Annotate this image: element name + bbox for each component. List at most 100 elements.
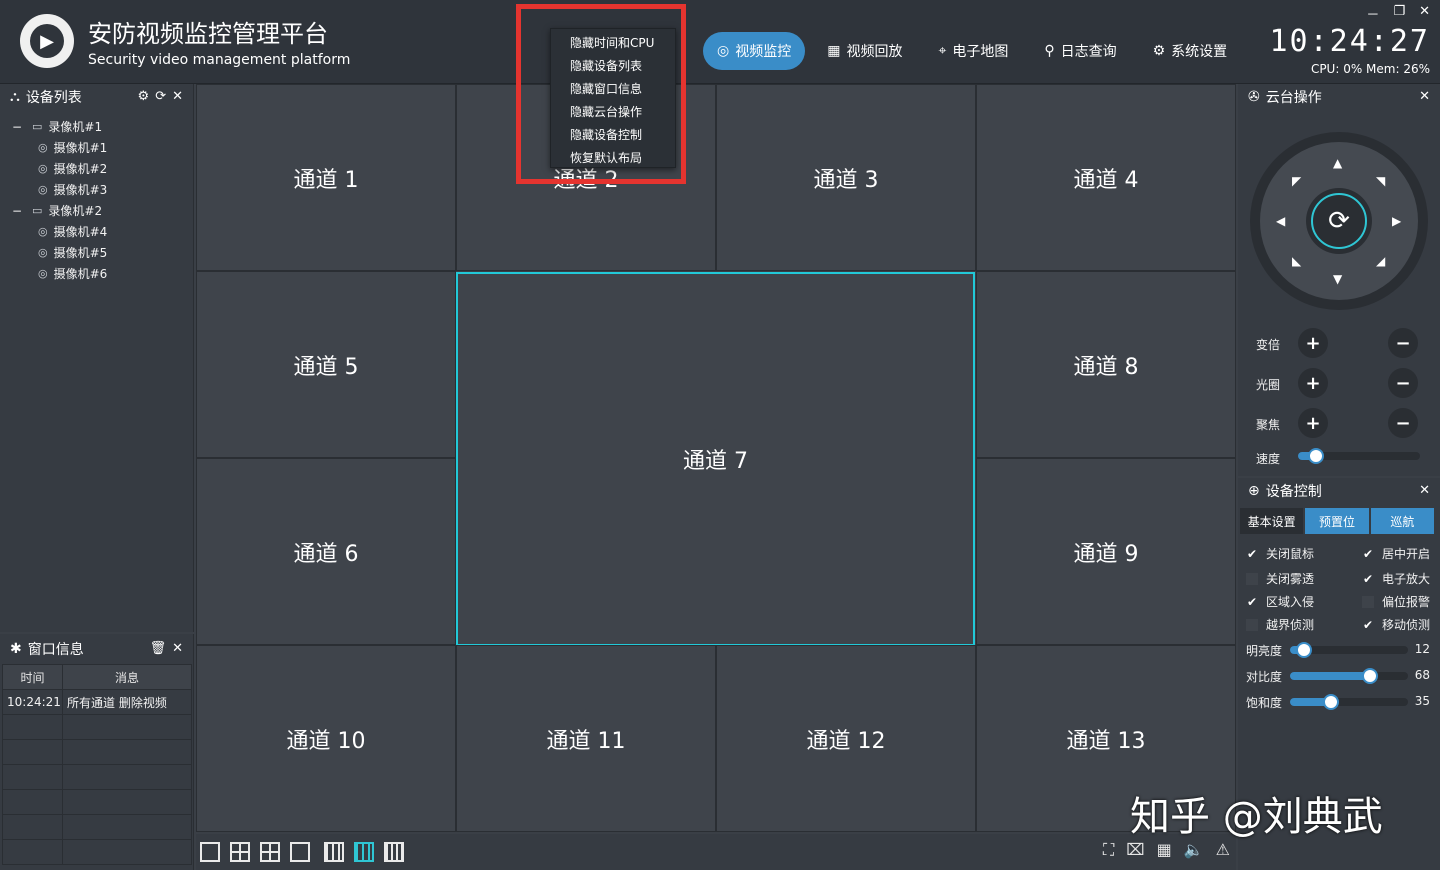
restore-button[interactable]: ❐: [1393, 4, 1405, 23]
tree-node-camera[interactable]: ◎ 摄像机#5: [0, 242, 193, 263]
system-stat: CPU: 0% Mem: 26%: [1310, 62, 1430, 76]
tree-node-camera[interactable]: ◎ 摄像机#2: [0, 158, 193, 179]
saturation-slider[interactable]: [1290, 694, 1408, 710]
nav-e-map[interactable]: ⌖ 电子地图: [924, 32, 1022, 70]
tree-node-camera[interactable]: ◎ 摄像机#4: [0, 221, 193, 242]
checkbox-close-defog[interactable]: 关闭雾透: [1246, 570, 1314, 587]
checkbox-digital-zoom[interactable]: ✔ 电子放大: [1362, 570, 1430, 587]
video-cell-4[interactable]: 通道 4: [976, 84, 1236, 271]
tree-node-camera[interactable]: ◎ 摄像机#3: [0, 179, 193, 200]
video-cell-6[interactable]: 通道 6: [196, 458, 456, 645]
fullscreen-icon[interactable]: ⛶: [1103, 840, 1114, 860]
check-icon: ✔: [1246, 594, 1258, 609]
zoom-out-button[interactable]: −: [1388, 328, 1418, 358]
tab-basic-settings[interactable]: 基本设置: [1240, 508, 1304, 534]
close-icon[interactable]: ✕: [172, 641, 183, 656]
checkbox-line-crossing[interactable]: 越界侦测: [1246, 616, 1314, 633]
contrast-slider[interactable]: [1290, 668, 1408, 684]
checkbox-motion-detect[interactable]: ✔ 移动侦测: [1362, 616, 1430, 633]
layout-4-icon[interactable]: [230, 842, 250, 862]
arrow-right-icon[interactable]: ▶: [1392, 214, 1401, 228]
close-icon[interactable]: ✕: [1419, 89, 1430, 104]
close-icon[interactable]: ✕: [1419, 483, 1430, 498]
record-icon[interactable]: ▦: [1157, 840, 1172, 860]
app-subtitle: Security video management platform: [88, 52, 351, 68]
collapse-icon[interactable]: −: [10, 204, 24, 218]
cell-message: 所有通道 删除视频: [62, 689, 192, 715]
checkbox-close-mouse[interactable]: ✔ 关闭鼠标: [1246, 545, 1314, 562]
bug-icon: ✱: [10, 641, 22, 657]
video-grid: 通道 1 通道 2 通道 3 通道 4 通道 5 通道 7 通道 8 通道 6 …: [196, 84, 1236, 832]
layout-16-icon[interactable]: [384, 842, 404, 862]
close-icon[interactable]: ✕: [172, 89, 183, 104]
refresh-icon[interactable]: ⟳: [155, 89, 166, 104]
video-cell-12[interactable]: 通道 12: [716, 645, 976, 832]
window-info-table: 时间 消息 10:24:21 所有通道 删除视频: [2, 664, 192, 865]
ptz-joystick: ▲ ▼ ◀ ▶ ◤ ◥ ◣ ◢ ⟳: [1250, 132, 1428, 310]
volume-icon[interactable]: 🔈: [1184, 840, 1204, 860]
tree-node-camera[interactable]: ◎ 摄像机#1: [0, 137, 193, 158]
iris-close-button[interactable]: −: [1388, 368, 1418, 398]
arrow-down-right-icon[interactable]: ◢: [1376, 254, 1385, 268]
checkbox-offset-alarm[interactable]: 偏位报警: [1362, 593, 1430, 610]
arrow-up-icon[interactable]: ▲: [1333, 156, 1342, 170]
table-row: [2, 739, 192, 765]
brightness-slider[interactable]: [1290, 642, 1408, 658]
nav-system-settings[interactable]: ⚙ 系统设置: [1139, 32, 1242, 70]
search-icon: ⚲: [1044, 43, 1055, 59]
nav-video-playback[interactable]: ▦ 视频回放: [813, 32, 916, 70]
checkbox-area-intrusion[interactable]: ✔ 区域入侵: [1246, 593, 1314, 610]
arrow-down-left-icon[interactable]: ◣: [1292, 254, 1301, 268]
table-row: [2, 814, 192, 840]
alarm-icon[interactable]: ⚠: [1216, 840, 1230, 860]
focus-far-button[interactable]: −: [1388, 408, 1418, 438]
tab-cruise[interactable]: 巡航: [1370, 508, 1434, 534]
table-row: [2, 789, 192, 815]
ptz-speed-row: 速度: [1238, 448, 1440, 478]
contrast-row: 对比度 68: [1246, 668, 1430, 684]
video-cell-8[interactable]: 通道 8: [976, 271, 1236, 458]
video-cell-5[interactable]: 通道 5: [196, 271, 456, 458]
arrow-down-icon[interactable]: ▼: [1333, 272, 1342, 286]
zoom-in-button[interactable]: +: [1298, 328, 1328, 358]
video-cell-11[interactable]: 通道 11: [456, 645, 716, 832]
annotation-highlight-box: [516, 4, 686, 184]
nav-video-monitor[interactable]: ◎ 视频监控: [703, 32, 806, 70]
layout-9-icon[interactable]: [324, 842, 344, 862]
tree-node-nvr-2[interactable]: − ▭ 录像机#2: [0, 200, 193, 221]
layout-1-icon[interactable]: [200, 842, 220, 862]
snapshot-icon[interactable]: ⌧: [1126, 840, 1144, 860]
nav-log-query[interactable]: ⚲ 日志查询: [1030, 32, 1130, 70]
video-cell-3[interactable]: 通道 3: [716, 84, 976, 271]
speed-slider[interactable]: [1298, 448, 1420, 464]
video-cell-9[interactable]: 通道 9: [976, 458, 1236, 645]
video-cell-7[interactable]: 通道 7: [456, 272, 975, 646]
video-cell-1[interactable]: 通道 1: [196, 84, 456, 271]
video-cell-10[interactable]: 通道 10: [196, 645, 456, 832]
layout-13-icon[interactable]: [354, 842, 374, 862]
table-row: [2, 839, 192, 865]
tree-node-camera[interactable]: ◎ 摄像机#6: [0, 263, 193, 284]
table-row[interactable]: 10:24:21 所有通道 删除视频: [2, 689, 192, 715]
iris-open-button[interactable]: +: [1298, 368, 1328, 398]
trash-icon[interactable]: 🗑: [150, 641, 167, 656]
minimize-button[interactable]: －: [1366, 4, 1379, 23]
settings-icon[interactable]: ⚙: [138, 89, 150, 104]
collapse-icon[interactable]: −: [10, 120, 24, 134]
arrow-up-right-icon[interactable]: ◥: [1376, 174, 1385, 188]
table-row: [2, 764, 192, 790]
arrow-up-left-icon[interactable]: ◤: [1292, 174, 1301, 188]
focus-near-button[interactable]: +: [1298, 408, 1328, 438]
close-button[interactable]: ✕: [1419, 4, 1430, 23]
ptz-iris-row: 光圈 + −: [1238, 368, 1440, 398]
watermark: 知乎 @刘典武: [1130, 794, 1383, 840]
checkbox-center-open[interactable]: ✔ 居中开启: [1362, 545, 1430, 562]
layout-8-icon[interactable]: [290, 842, 310, 862]
ptz-reset-icon[interactable]: ⟳: [1311, 193, 1367, 249]
tab-preset[interactable]: 预置位: [1305, 508, 1369, 534]
camera-icon: ◎: [38, 246, 48, 259]
arrow-left-icon[interactable]: ◀: [1276, 214, 1285, 228]
tree-node-nvr-1[interactable]: − ▭ 录像机#1: [0, 116, 193, 137]
layout-6-icon[interactable]: [260, 842, 280, 862]
device-control-header: ⊕ 设备控制 ✕: [1248, 483, 1430, 500]
